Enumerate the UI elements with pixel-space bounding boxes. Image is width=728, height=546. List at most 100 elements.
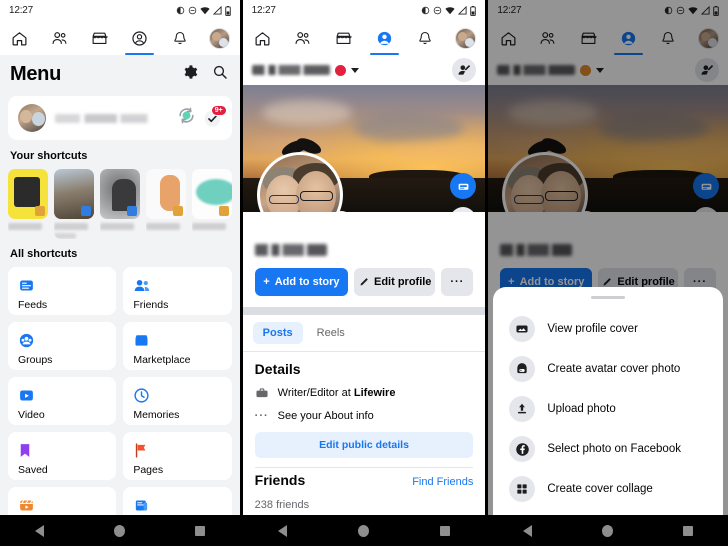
tab-marketplace[interactable] [80, 21, 120, 55]
groups-icon [18, 331, 106, 349]
top-tab-bar [242, 21, 486, 55]
sheet-item-label: Select photo on Facebook [547, 443, 681, 455]
phone-screen-profile: 12:27 + Add to story Edit profile ··· Po… [242, 0, 486, 546]
recents-button[interactable] [683, 525, 694, 536]
shortcut-label-redacted [191, 223, 226, 230]
android-nav-bar [242, 515, 486, 546]
details-section: Details Writer/Editor at Lifewire ··· Se… [242, 352, 486, 511]
tab-reels[interactable]: Reels [307, 322, 355, 344]
shortcut-reels[interactable]: Reels [8, 487, 117, 515]
status-bar: 12:27 [242, 0, 486, 21]
detail-about[interactable]: ··· See your About info [255, 410, 474, 422]
signal-icon [212, 6, 222, 15]
sheet-item-upload-photo[interactable]: Upload photo [493, 389, 723, 429]
avatar-icon [454, 27, 476, 49]
pages-icon [133, 441, 221, 459]
menu-header-actions [182, 64, 228, 85]
briefcase-icon [255, 386, 269, 400]
add-person-icon[interactable] [452, 58, 477, 82]
image-icon [509, 316, 536, 342]
shortcut-mini-badge [126, 206, 137, 216]
bell-icon [174, 31, 186, 44]
shortcut-video[interactable]: Video [8, 377, 117, 425]
chevron-down-icon[interactable] [350, 67, 359, 73]
recents-button[interactable] [439, 525, 450, 536]
grid-icon [509, 476, 536, 502]
tab-notifications[interactable] [160, 21, 200, 55]
shortcut-item[interactable] [145, 169, 186, 239]
shortcut-pages[interactable]: Pages [123, 432, 232, 480]
tab-menu-avatar[interactable] [445, 21, 485, 55]
recents-button[interactable] [194, 525, 205, 536]
back-button[interactable] [278, 524, 288, 537]
sheet-item-select-photo-on-facebook[interactable]: Select photo on Facebook [493, 429, 723, 469]
sheet-item-label: Create cover collage [547, 483, 653, 495]
shortcut-mini-badge [172, 206, 183, 216]
friends-heading: Friends [254, 472, 306, 488]
android-nav-bar [488, 515, 728, 546]
tab-profile[interactable] [364, 21, 404, 55]
shortcut-marketplace[interactable]: Marketplace [123, 322, 232, 370]
android-nav-bar [0, 515, 240, 546]
shortcut-item[interactable] [99, 169, 140, 239]
shortcut-groups[interactable]: Groups [8, 322, 117, 370]
cover-photo[interactable] [242, 85, 486, 212]
account-card[interactable]: 9+ [8, 96, 232, 140]
back-button[interactable] [34, 524, 44, 537]
shortcut-saved[interactable]: Saved [8, 432, 117, 480]
shortcut-memories[interactable]: Memories [123, 377, 232, 425]
shortcut-item[interactable] [8, 169, 48, 239]
wifi-icon [445, 7, 455, 15]
feeds-icon [18, 276, 106, 294]
sheet-item-create-cover-collage[interactable]: Create cover collage [493, 469, 723, 509]
tab-menu-avatar[interactable] [200, 21, 240, 55]
shortcut-item[interactable] [191, 169, 232, 239]
find-friends-link[interactable]: Find Friends [412, 476, 473, 488]
shortcut-thumb [8, 169, 48, 219]
sheet-drag-handle[interactable] [591, 295, 626, 299]
page-title: Menu [10, 63, 62, 85]
friends-icon [133, 276, 221, 294]
friends-count: 238 friends [254, 499, 310, 511]
status-badge: 9+ [210, 104, 227, 116]
brightness-icon [176, 6, 184, 15]
gear-icon[interactable] [182, 64, 198, 85]
sheet-item-view-profile-cover[interactable]: View profile cover [493, 309, 723, 349]
news-icon [133, 496, 221, 514]
tab-friends[interactable] [283, 21, 323, 55]
profile-display-name-redacted [254, 244, 327, 256]
sheet-item-label: View profile cover [547, 323, 638, 335]
shortcut-thumb [53, 169, 94, 219]
sheet-item-label: Upload photo [547, 403, 616, 415]
shortcut-item[interactable] [53, 169, 94, 239]
edit-public-details-button[interactable]: Edit public details [254, 432, 474, 458]
tab-home[interactable] [0, 21, 40, 55]
tab-profile[interactable] [120, 21, 160, 55]
back-button[interactable] [523, 524, 533, 537]
edit-profile-button[interactable]: Edit profile [354, 268, 436, 296]
signal-icon [458, 6, 467, 15]
tab-friends[interactable] [40, 21, 80, 55]
avatar-icon [509, 356, 536, 382]
shortcut-mini-badge [80, 206, 91, 216]
home-button[interactable] [602, 524, 614, 537]
tab-posts[interactable]: Posts [252, 322, 303, 344]
tab-notifications[interactable] [404, 21, 444, 55]
switch-account-icon[interactable] [177, 106, 196, 130]
sheet-item-create-avatar-cover-photo[interactable]: Create avatar cover photo [493, 349, 723, 389]
profile-picture[interactable] [256, 152, 343, 212]
search-icon[interactable] [212, 64, 228, 85]
shortcut-feeds[interactable]: Feeds [8, 267, 117, 315]
detail-work[interactable]: Writer/Editor at Lifewire [255, 386, 474, 400]
add-to-story-button[interactable]: + Add to story [254, 268, 349, 296]
tab-marketplace[interactable] [324, 21, 364, 55]
notifications-badge-wrap[interactable]: 9+ [203, 104, 227, 128]
more-options-button[interactable]: ··· [441, 268, 474, 296]
avatar-icon [209, 27, 231, 49]
profile-name-bar[interactable] [242, 55, 486, 85]
shortcut-friends[interactable]: Friends [123, 267, 232, 315]
tab-home[interactable] [243, 21, 283, 55]
shortcut-news[interactable]: News [123, 487, 232, 515]
home-button[interactable] [113, 524, 125, 537]
home-button[interactable] [358, 524, 369, 537]
